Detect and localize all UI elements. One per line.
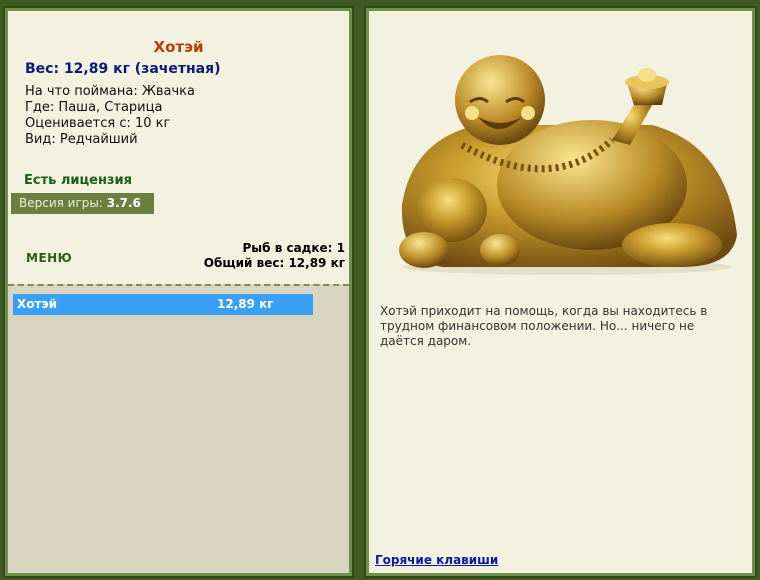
fish-description: Хотэй приходит на помощь, когда вы наход… xyxy=(380,304,708,348)
fish-name: Хотэй xyxy=(153,38,204,56)
valuation-info: Оценивается с: 10 кг xyxy=(25,116,171,131)
catch-weight: 12,89 кг xyxy=(217,297,274,311)
location-info: Где: Паша, Старица xyxy=(25,100,163,115)
hotkeys-link[interactable]: Горячие клавиши xyxy=(375,553,498,567)
total-weight: Общий вес: 12,89 кг xyxy=(203,256,345,270)
game-version: Версия игры: 3.7.6 xyxy=(11,193,154,214)
cage-stats: Рыб в садке: 1 Общий вес: 12,89 кг xyxy=(204,241,345,271)
fish-count: Рыб в садке: 1 xyxy=(242,241,346,255)
bait-info: На что поймана: Жвачка xyxy=(25,84,195,99)
fish-image-panel: Хотэй приходит на помощь, когда вы наход… xyxy=(364,6,757,578)
catch-name: Хотэй xyxy=(17,297,57,311)
hotei-statue-image xyxy=(399,55,737,275)
fish-weight: Вес: 12,89 кг (зачетная) xyxy=(25,61,221,77)
license-status: Есть лицензия xyxy=(24,173,132,188)
catch-row[interactable]: Хотэй 12,89 кг xyxy=(13,294,313,315)
catch-list: Хотэй 12,89 кг xyxy=(8,284,349,573)
rarity-info: Вид: Редчайший xyxy=(25,132,138,147)
version-value: 3.7.6 xyxy=(106,196,141,210)
version-label: Версия игры: xyxy=(19,196,103,210)
fish-info-panel: Хотэй Вес: 12,89 кг (зачетная) На что по… xyxy=(3,6,354,578)
menu-button[interactable]: МЕНЮ xyxy=(26,251,72,265)
